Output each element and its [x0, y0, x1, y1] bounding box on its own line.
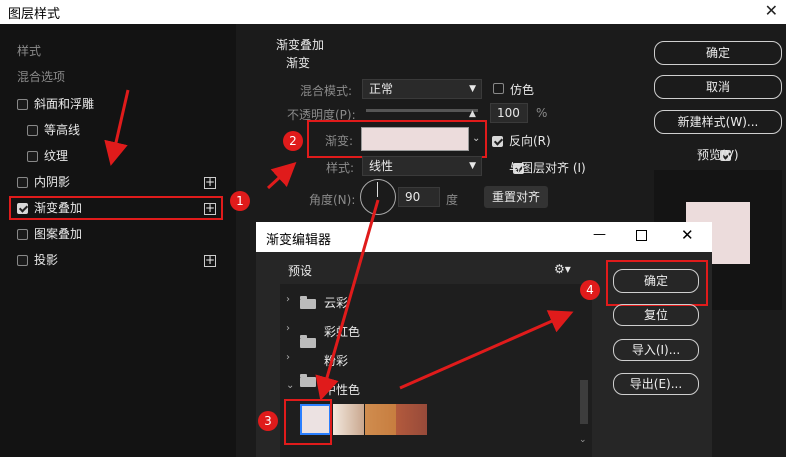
- arrow-to-gradient-picker: [266, 161, 297, 190]
- annotation-arrows: [104, 89, 574, 401]
- arrow-to-swatch: [315, 199, 380, 401]
- step-badge-1: 1: [230, 191, 250, 211]
- step-badge-3: 3: [258, 411, 278, 431]
- arrow-to-gradient-overlay: [104, 89, 130, 166]
- step-badge-2: 2: [283, 131, 303, 151]
- arrow-to-ok: [399, 310, 574, 390]
- step-badge-4: 4: [580, 280, 600, 300]
